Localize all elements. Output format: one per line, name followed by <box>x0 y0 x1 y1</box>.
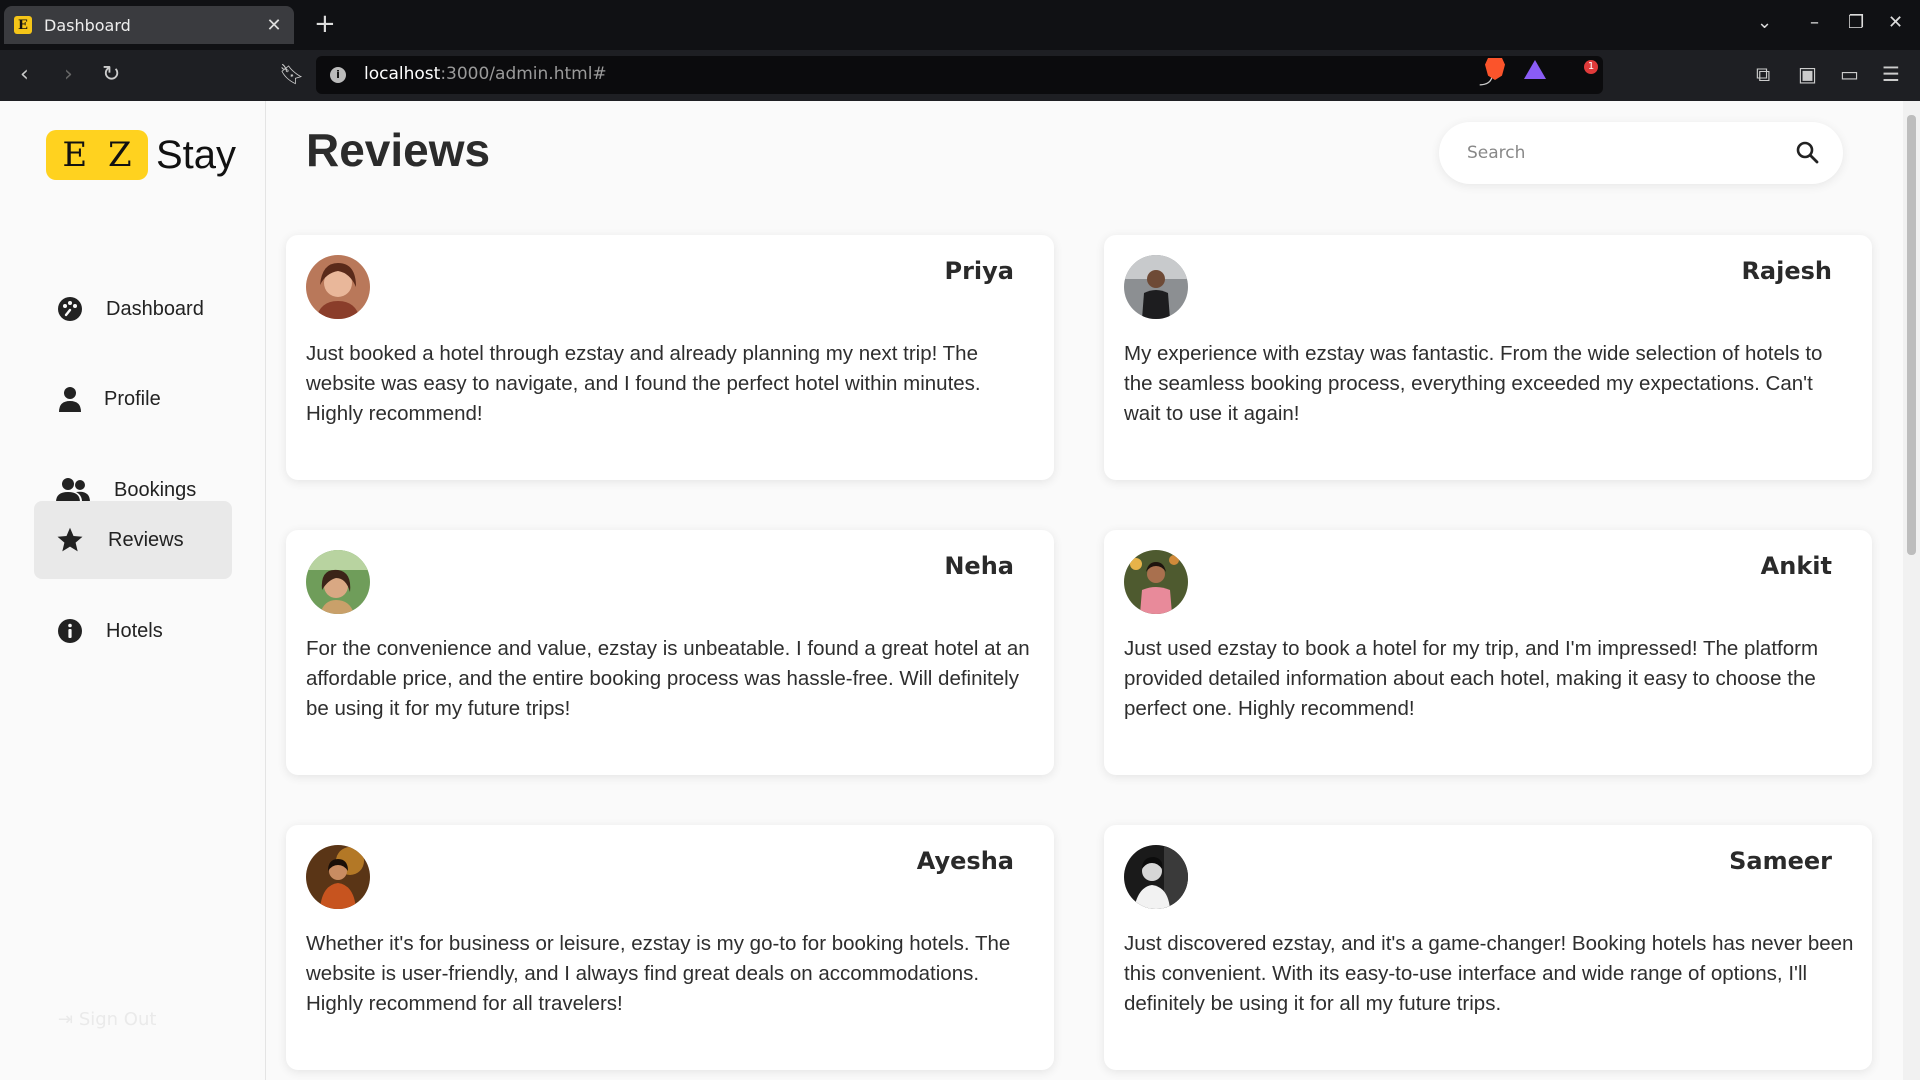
review-text: Just discovered ezstay, and it's a game-… <box>1124 932 1854 1015</box>
star-icon <box>56 526 84 554</box>
palette-icon <box>56 295 84 323</box>
tab-favicon: E <box>14 16 32 34</box>
url-text[interactable]: localhost:3000/admin.html# <box>364 64 607 84</box>
sidebar: E Z Stay Dashboard Profile Bookings Revi… <box>0 101 266 1080</box>
logo-badge: E Z <box>46 130 148 180</box>
search-icon[interactable] <box>1795 140 1819 168</box>
sidebar-item-dashboard[interactable]: Dashboard <box>34 270 232 348</box>
sidebar-toggle-icon[interactable]: ▣ <box>1798 62 1817 86</box>
reviewer-name: Priya <box>944 257 1015 285</box>
signout-icon: ⇥ <box>58 1009 74 1030</box>
review-card: Neha For the convenience and value, ezst… <box>286 530 1054 775</box>
sidebar-item-profile[interactable]: Profile <box>34 360 232 438</box>
browser-toolbar: ‹ › ↻ 🔖︎ i localhost:3000/admin.html# ⤴ … <box>0 50 1920 101</box>
bookmark-icon[interactable]: 🔖︎ <box>279 62 304 86</box>
page-scrollbar[interactable] <box>1903 101 1920 1080</box>
app: E Z Stay Dashboard Profile Bookings Revi… <box>0 101 1920 1080</box>
logo-letter-z: Z <box>107 135 132 175</box>
reload-icon[interactable]: ↻ <box>102 62 120 87</box>
reviewer-name: Ankit <box>1760 552 1832 580</box>
review-card: Sameer Just discovered ezstay, and it's … <box>1104 825 1872 1070</box>
close-window-icon[interactable]: ✕ <box>1888 12 1903 33</box>
sidebar-item-label: Reviews <box>108 528 184 551</box>
tab-title: Dashboard <box>44 15 131 35</box>
restore-icon[interactable]: ❐ <box>1848 12 1864 33</box>
user-icon <box>56 385 84 413</box>
scrollbar-thumb[interactable] <box>1907 115 1916 555</box>
avatar <box>1124 550 1188 614</box>
review-text: Whether it's for business or leisure, ez… <box>306 932 1011 1015</box>
new-tab-icon[interactable]: + <box>314 9 336 39</box>
notification-badge: 1 <box>1584 60 1598 74</box>
signout-label: Sign Out <box>78 1009 157 1030</box>
sidebar-item-reviews[interactable]: Reviews <box>34 501 232 579</box>
review-card: Ankit Just used ezstay to book a hotel f… <box>1104 530 1872 775</box>
reviewer-name: Sameer <box>1729 847 1832 875</box>
signout-link[interactable]: ⇥ Sign Out <box>58 1009 156 1030</box>
users-icon <box>56 476 90 504</box>
avatar <box>306 845 370 909</box>
url-host: localhost <box>364 64 441 84</box>
forward-icon[interactable]: › <box>64 62 73 87</box>
tab-list-chevron-icon[interactable]: ⌄ <box>1757 12 1772 33</box>
sidebar-item-hotels[interactable]: Hotels <box>34 592 232 670</box>
review-text: Just booked a hotel through ezstay and a… <box>306 342 981 425</box>
browser-tabstrip: E Dashboard ✕ + ⌄ – ❐ ✕ <box>0 0 1920 50</box>
sidebar-item-label: Hotels <box>106 619 163 642</box>
page-title: Reviews <box>306 124 491 176</box>
site-info-icon[interactable]: i <box>330 67 346 83</box>
reviewer-name: Rajesh <box>1741 257 1832 285</box>
browser-tab[interactable]: E Dashboard ✕ <box>4 6 294 44</box>
review-text: My experience with ezstay was fantastic.… <box>1124 342 1823 425</box>
reviewer-name: Ayesha <box>916 847 1014 875</box>
info-icon <box>56 617 84 645</box>
avatar <box>306 255 370 319</box>
avatar <box>1124 845 1188 909</box>
review-card: Ayesha Whether it's for business or leis… <box>286 825 1054 1070</box>
sidebar-item-label: Bookings <box>114 478 197 501</box>
review-text: For the convenience and value, ezstay is… <box>306 637 1030 720</box>
avatar <box>1124 255 1188 319</box>
minimize-icon[interactable]: – <box>1810 12 1819 33</box>
back-icon[interactable]: ‹ <box>20 62 29 87</box>
sidebar-item-label: Profile <box>104 387 161 410</box>
brave-rewards-icon[interactable] <box>1524 60 1546 79</box>
logo-letter-e: E <box>62 135 88 175</box>
logo[interactable]: E Z Stay <box>46 130 236 180</box>
sidebar-item-label: Dashboard <box>106 297 204 320</box>
main-content: Reviews Priya Just booked a hotel throug… <box>267 101 1897 1080</box>
search-box[interactable] <box>1439 122 1843 184</box>
wallet-icon[interactable]: ▭ <box>1840 62 1859 86</box>
reviewer-name: Neha <box>944 552 1014 580</box>
review-text: Just used ezstay to book a hotel for my … <box>1124 637 1819 720</box>
tab-close-icon[interactable]: ✕ <box>264 15 284 36</box>
search-input[interactable] <box>1467 138 1787 168</box>
url-path: :3000/admin.html# <box>440 64 607 84</box>
extensions-icon[interactable]: ⧉ <box>1756 62 1770 86</box>
logo-wordmark: Stay <box>156 132 237 177</box>
review-card: Rajesh My experience with ezstay was fan… <box>1104 235 1872 480</box>
menu-icon[interactable]: ☰ <box>1882 62 1900 86</box>
avatar <box>306 550 370 614</box>
review-card: Priya Just booked a hotel through ezstay… <box>286 235 1054 480</box>
address-bar[interactable]: i localhost:3000/admin.html# ⤴ <box>316 56 1603 94</box>
